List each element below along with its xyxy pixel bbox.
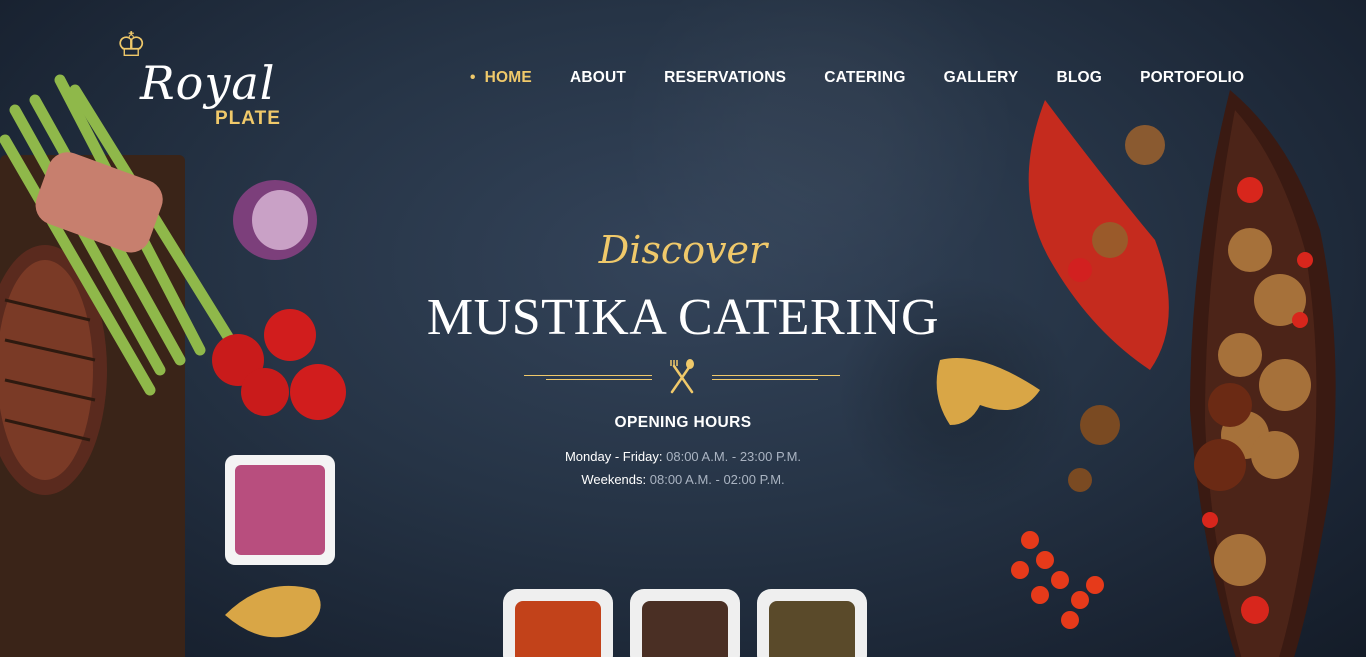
right-food-decoration — [936, 90, 1336, 657]
main-nav: HOME ABOUT RESERVATIONS CATERING GALLERY… — [470, 67, 1282, 89]
fork-spoon-icon — [670, 359, 694, 394]
hours-value: 08:00 A.M. - 02:00 P.M. — [649, 472, 785, 487]
hours-value: 08:00 A.M. - 23:00 P.M. — [666, 449, 802, 464]
hours-row-weekdays: Monday - Friday: 08:00 A.M. - 23:00 P.M. — [0, 449, 1366, 464]
hours-label: Monday - Friday: — [564, 449, 663, 464]
hero-title: MUSTIKA CATERING — [426, 289, 940, 346]
hero-divider — [524, 358, 840, 398]
left-food-decoration — [0, 74, 346, 657]
nav-catering[interactable]: CATERING — [824, 67, 905, 89]
nav-reservations[interactable]: RESERVATIONS — [664, 67, 786, 89]
brand-logo[interactable]: ♔ Royal PLATE — [112, 28, 280, 138]
hours-row-weekends: Weekends: 08:00 A.M. - 02:00 P.M. — [0, 472, 1366, 487]
opening-hours-heading: OPENING HOURS — [614, 414, 752, 431]
nav-portofolio[interactable]: PORTOFOLIO — [1140, 67, 1244, 89]
nav-gallery[interactable]: GALLERY — [944, 67, 1019, 89]
nav-blog[interactable]: BLOG — [1056, 67, 1102, 89]
hero-script-heading: Discover — [598, 228, 768, 272]
logo-subtitle: PLATE — [215, 108, 281, 129]
hours-label: Weekends: — [581, 472, 647, 487]
spice-bowls-decoration — [503, 589, 867, 657]
nav-about[interactable]: ABOUT — [570, 67, 626, 89]
nav-home[interactable]: HOME — [470, 67, 532, 89]
logo-wordmark: Royal — [140, 56, 276, 110]
